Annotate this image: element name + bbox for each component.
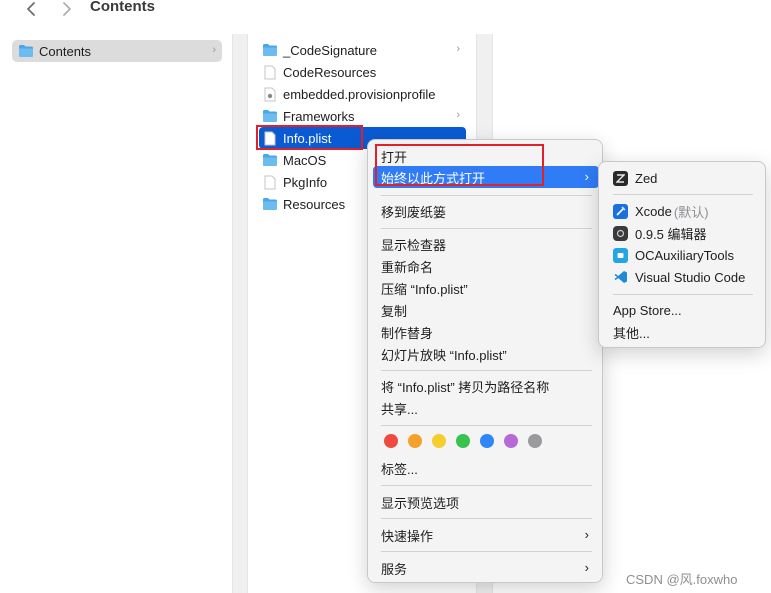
context-menu: 打开 始终以此方式打开 › 移到废纸篓 显示检查器 重新命名 压缩 “Info.p… [367,139,603,583]
tag-color-dot[interactable] [480,434,494,448]
menu-item-show-view-options[interactable]: 显示预览选项 [373,491,599,513]
chevron-right-icon: › [456,43,460,55]
submenu-item-app-store[interactable]: App Store... [604,299,762,321]
file-row[interactable]: _CodeSignature › [262,39,466,61]
menu-separator [381,425,592,426]
menu-item-rename[interactable]: 重新命名 [373,255,599,277]
menu-separator [381,228,592,229]
file-row[interactable]: CodeResources [262,61,466,83]
menu-item-open[interactable]: 打开 [373,145,599,167]
chevron-right-icon: › [584,169,589,184]
menu-separator [613,194,753,195]
toolbar: Contents [0,0,771,34]
menu-separator [381,551,592,552]
file-name: PkgInfo [283,174,328,190]
menu-item-get-info[interactable]: 显示检查器 [373,233,599,255]
folder-row-contents[interactable]: Contents › [12,40,222,62]
column-parent: Contents › [0,34,233,593]
menu-separator [613,294,753,295]
submenu-item-vscode[interactable]: Visual Studio Code [604,266,762,288]
editor-icon [613,225,628,241]
xcode-icon [613,203,628,219]
file-name: Resources [283,196,346,212]
submenu-item-zed[interactable]: Zed [604,167,762,189]
menu-item-duplicate[interactable]: 复制 [373,299,599,321]
submenu-item-ocauxiliarytools[interactable]: OCAuxiliaryTools [604,244,762,266]
chevron-right-icon [63,2,71,16]
submenu-item-editor[interactable]: 0.9.5 编辑器 [604,222,762,244]
folder-icon [262,42,278,58]
submenu-item-xcode[interactable]: Xcode (默认) [604,200,762,222]
menu-item-compress[interactable]: 压缩 “Info.plist” [373,277,599,299]
column-divider[interactable] [233,34,247,593]
folder-icon [262,152,278,168]
menu-item-quick-actions[interactable]: 快速操作 › [373,524,599,546]
window-title: Contents [90,0,155,15]
file-name: embedded.provisionprofile [283,86,436,102]
chevron-right-icon: › [212,44,216,56]
menu-item-services[interactable]: 服务 › [373,557,599,579]
tag-color-dot[interactable] [432,434,446,448]
menu-item-move-to-trash[interactable]: 移到废纸篓 [373,200,599,222]
file-row[interactable]: embedded.provisionprofile [262,83,466,105]
chevron-right-icon: › [584,527,589,542]
menu-separator [381,195,592,196]
folder-icon [262,196,278,212]
document-icon [262,130,278,146]
forward-button[interactable] [56,0,78,18]
provision-profile-icon [262,86,278,102]
document-icon [262,174,278,190]
open-with-submenu: Zed Xcode (默认) 0.9.5 编辑器 OCAuxiliaryTools… [598,161,766,348]
menu-item-share[interactable]: 共享... [373,397,599,419]
menu-separator [381,370,592,371]
folder-icon [262,108,278,124]
menu-item-copy-pathname[interactable]: 将 “Info.plist” 拷贝为路径名称 [373,375,599,397]
folder-label: Contents [39,43,92,59]
ocat-icon [613,247,628,263]
tag-color-dot[interactable] [528,434,542,448]
chevron-right-icon: › [456,109,460,121]
back-button[interactable] [20,0,42,18]
file-name: _CodeSignature [283,42,377,58]
menu-separator [381,518,592,519]
menu-item-tags[interactable]: 标签... [373,457,599,479]
document-icon [262,64,278,80]
vscode-icon [613,270,628,285]
chevron-left-icon [27,2,35,16]
file-name: CodeResources [283,64,377,80]
file-row[interactable]: Frameworks › [262,105,466,127]
file-name: MacOS [283,152,327,168]
folder-icon [18,43,34,59]
tag-color-dot[interactable] [408,434,422,448]
menu-separator [381,485,592,486]
tag-color-dot[interactable] [504,434,518,448]
watermark: CSDN @风.foxwho [626,572,738,587]
file-name: Frameworks [283,108,355,124]
submenu-item-other[interactable]: 其他... [604,321,762,343]
tag-color-dot[interactable] [456,434,470,448]
tag-color-dot[interactable] [384,434,398,448]
chevron-right-icon: › [584,560,589,575]
zed-icon [613,170,628,186]
menu-item-make-alias[interactable]: 制作替身 [373,321,599,343]
file-name: Info.plist [283,130,332,146]
menu-item-slideshow[interactable]: 幻灯片放映 “Info.plist” [373,343,599,365]
menu-item-always-open-with[interactable]: 始终以此方式打开 › [373,166,599,188]
tag-colors [384,434,542,448]
